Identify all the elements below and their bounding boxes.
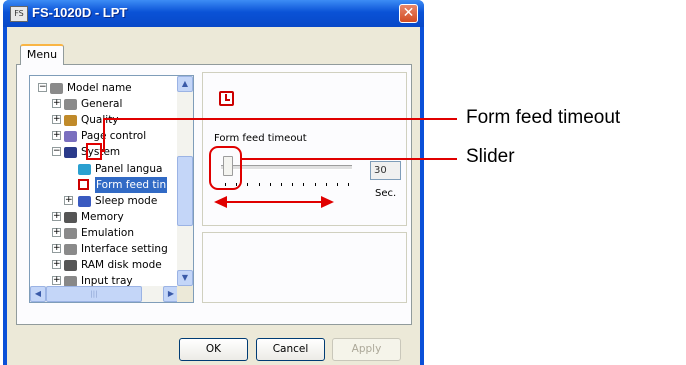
tree-item-label: Sleep mode xyxy=(95,194,158,207)
tree-vertical-scrollbar[interactable]: ▲ ▼ xyxy=(177,76,193,286)
window-title: FS-1020D - LPT xyxy=(32,5,128,20)
settings-tree[interactable]: − Model name + General + Quality + Page control… xyxy=(29,75,194,303)
annotation-connector-vertical xyxy=(103,118,105,152)
annotation-slider: Slider xyxy=(466,146,515,167)
expand-toggle-icon[interactable]: + xyxy=(64,195,73,205)
expand-toggle-icon[interactable]: + xyxy=(52,260,61,270)
annotation-highlight-tree-item xyxy=(86,143,102,160)
tree-horizontal-scrollbar[interactable]: ◀ ||| ▶ xyxy=(30,286,179,302)
tree-item[interactable]: + Emulation xyxy=(30,225,179,241)
slider-tick xyxy=(292,183,294,186)
scrollbar-corner xyxy=(177,286,193,302)
sleep-icon xyxy=(78,195,91,207)
title-bar[interactable]: FS FS-1020D - LPT ✕ xyxy=(3,0,424,27)
horizontal-scroll-thumb[interactable]: ||| xyxy=(46,286,142,302)
expand-toggle-icon[interactable]: + xyxy=(52,276,61,286)
expand-toggle-icon[interactable]: + xyxy=(52,131,61,141)
ok-button[interactable]: OK xyxy=(179,338,248,361)
tree-item-label: General xyxy=(81,98,123,111)
annotation-leader-slider xyxy=(241,158,457,160)
tree-item-label: Memory xyxy=(81,210,124,223)
timeout-value-field[interactable]: 30 xyxy=(370,161,401,180)
memory-icon xyxy=(64,260,77,272)
slider-tick xyxy=(314,183,316,186)
expand-toggle-icon[interactable]: − xyxy=(38,83,47,92)
tree-item-label: Quality xyxy=(81,114,119,127)
slider-tick xyxy=(269,183,271,186)
apply-button[interactable]: Apply xyxy=(332,338,401,361)
slider-tick xyxy=(247,183,249,186)
memory-icon xyxy=(64,211,77,223)
annotation-form-feed-timeout: Form feed timeout xyxy=(466,107,621,128)
tree-item-label: Model name xyxy=(67,82,132,94)
printer-icon xyxy=(64,227,77,239)
tree-item[interactable]: Form feed tin xyxy=(30,176,179,193)
printer-app-icon: FS xyxy=(10,6,28,22)
annotation-double-arrow xyxy=(214,196,334,208)
tree-item[interactable]: Panel langua xyxy=(30,161,179,177)
tree-item-label: Interface setting xyxy=(81,243,168,255)
page-icon xyxy=(64,131,77,143)
scroll-down-button[interactable]: ▼ xyxy=(177,270,193,286)
clock-icon xyxy=(219,91,234,106)
expand-toggle-icon[interactable]: + xyxy=(52,99,61,109)
slider-ticks xyxy=(225,183,351,187)
cancel-button[interactable]: Cancel xyxy=(256,338,325,361)
slider-tick xyxy=(348,183,350,186)
unit-label: Sec. xyxy=(375,188,397,199)
tree-item[interactable]: + General xyxy=(30,96,179,112)
tree-item-label: Panel langua xyxy=(95,162,163,175)
printer-icon xyxy=(64,244,77,255)
tree-item[interactable]: + Memory xyxy=(30,209,179,225)
slider-tick xyxy=(281,183,282,186)
expand-toggle-icon[interactable]: − xyxy=(52,147,61,157)
expand-toggle-icon[interactable]: + xyxy=(52,227,61,237)
vertical-scroll-thumb[interactable] xyxy=(177,156,193,226)
tab-menu[interactable]: Menu xyxy=(20,44,64,65)
printer-icon xyxy=(64,99,77,111)
slider-tick xyxy=(325,183,327,186)
annotation-highlight-slider xyxy=(209,146,242,190)
expand-toggle-icon[interactable]: + xyxy=(52,115,61,125)
slider-tick xyxy=(337,183,338,186)
tree-item[interactable]: + Interface setting xyxy=(30,241,179,257)
annotation-leader-form-feed xyxy=(103,118,457,120)
tree-item[interactable]: + RAM disk mode xyxy=(30,257,179,273)
slider-tick xyxy=(303,183,305,186)
description-box xyxy=(202,232,407,303)
tree-item-label: Page control xyxy=(81,130,147,143)
tree-item[interactable]: − Model name xyxy=(30,80,179,96)
scroll-up-button[interactable]: ▲ xyxy=(177,76,193,92)
quality-icon xyxy=(64,115,77,127)
clock-icon xyxy=(78,178,89,190)
tree-item-label: Form feed tin xyxy=(95,176,168,193)
slider-tick xyxy=(258,183,260,186)
scroll-left-button[interactable]: ◀ xyxy=(30,286,46,302)
tree-item-label: RAM disk mode xyxy=(81,259,162,272)
tree-item-label: Emulation xyxy=(81,226,134,239)
printer-icon xyxy=(50,83,63,94)
tree-item[interactable]: + Sleep mode xyxy=(30,193,179,209)
expand-toggle-icon[interactable]: + xyxy=(52,244,61,253)
floppy-icon xyxy=(64,147,77,159)
form-feed-timeout-label: Form feed timeout xyxy=(214,133,307,144)
flag-icon xyxy=(78,163,91,175)
expand-toggle-icon[interactable]: + xyxy=(52,211,61,221)
close-button[interactable]: ✕ xyxy=(399,4,418,23)
